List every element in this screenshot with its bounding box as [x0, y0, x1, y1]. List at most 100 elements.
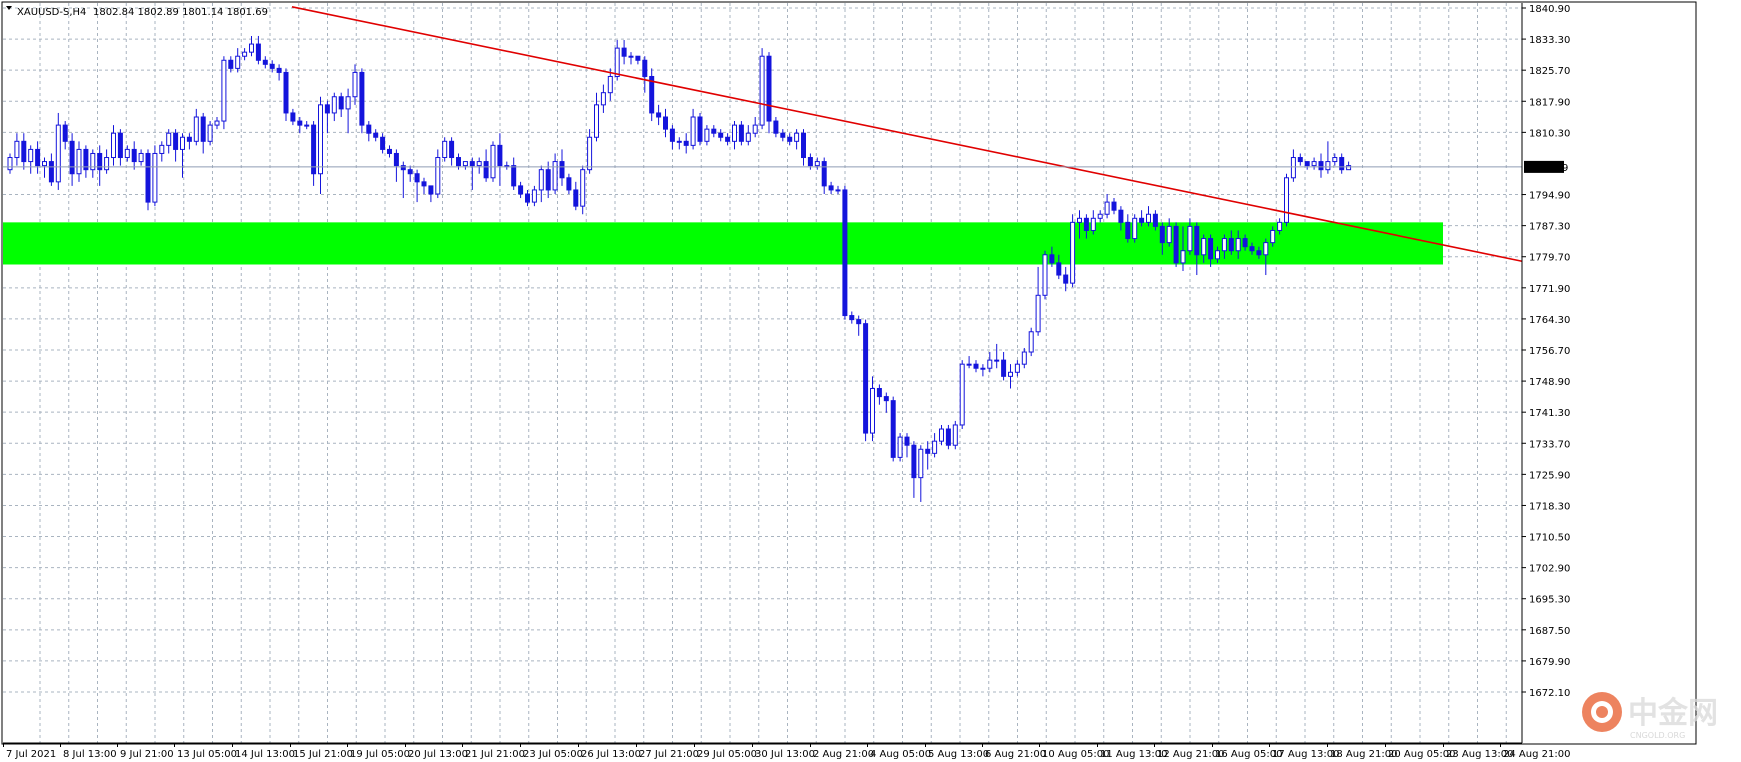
candle-body-bull	[587, 136, 593, 171]
candle	[83, 145, 89, 178]
candle-body-bear	[945, 428, 951, 446]
chart-window[interactable]: 1840.90 1833.30 1825.70 1817.90 1810.30 1794.…	[0, 0, 1741, 762]
y-tick-label: 1833.30	[1529, 35, 1570, 46]
candle-body-bear	[973, 363, 979, 369]
candle	[959, 360, 965, 430]
candle-body-bear	[1304, 161, 1310, 167]
candle	[221, 56, 227, 130]
y-tick-label: 1840.90	[1529, 4, 1570, 15]
candle	[876, 384, 882, 405]
candle	[759, 48, 765, 130]
candle-body-bear	[449, 140, 455, 159]
x-tick-label: 24 Aug 21:00	[1503, 749, 1570, 760]
candle-body-bear	[566, 177, 572, 191]
candle	[76, 141, 82, 182]
x-tick-label: 26 Jul 13:00	[581, 749, 641, 760]
candle	[621, 40, 627, 65]
candle-body-bull	[214, 120, 220, 126]
candle	[490, 141, 496, 182]
candle	[1290, 149, 1296, 182]
candle	[669, 125, 675, 150]
candle	[511, 157, 517, 190]
candle-body-bear	[656, 112, 662, 118]
chart-header: XAUUSD-S,H4 1802.84 1802.89 1801.14 1801…	[6, 6, 268, 18]
candle-body-bear	[828, 185, 834, 191]
candle	[255, 35, 261, 65]
candle-body-bull	[442, 140, 448, 159]
candle-body-bull	[628, 55, 634, 58]
y-tick-label: 1695.30	[1529, 595, 1570, 606]
candle-body-bull	[1008, 371, 1013, 377]
candle-body-bear	[269, 63, 275, 69]
candle-body-bear	[856, 319, 862, 325]
candle-body-bear	[290, 112, 296, 122]
candle-body-bull	[1077, 217, 1082, 223]
candle	[14, 133, 20, 166]
candle	[939, 424, 944, 446]
candle-body-bear	[801, 132, 806, 159]
time-axis: 7 Jul 2021 8 Jul 13:00 9 Jul 21:00 13 Jul 0…	[3, 742, 1570, 760]
candle-body-bull	[1277, 221, 1283, 231]
candle-body-bull	[1235, 238, 1241, 252]
y-tick-label: 1810.30	[1529, 128, 1570, 139]
candle	[766, 52, 772, 134]
x-tick-label: 4 Aug 05:00	[870, 749, 931, 760]
candle	[1104, 193, 1110, 219]
y-tick-label: 1764.30	[1529, 315, 1570, 326]
candle	[393, 149, 399, 182]
current-price-label: 1801.69	[1527, 163, 1568, 174]
candle-body-bear	[821, 161, 827, 187]
candle	[531, 185, 537, 207]
candle-body-bear	[255, 43, 261, 61]
candle	[262, 56, 268, 69]
candle-body-bear	[725, 136, 731, 142]
candle-body-bear	[483, 161, 489, 179]
candle-body-bear	[925, 448, 931, 454]
price-chart[interactable]: 1840.90 1833.30 1825.70 1817.90 1810.30 1794.…	[0, 0, 1741, 762]
candle	[483, 149, 489, 182]
candle-body-bull	[207, 124, 213, 142]
candle-body-bull	[1180, 250, 1186, 264]
candle-body-bull	[870, 387, 875, 434]
candle-body-bull	[124, 148, 130, 159]
candle-body-bull	[759, 55, 765, 126]
candle-body-bull	[1290, 157, 1296, 179]
candle-body-bull	[152, 152, 158, 203]
candle-body-bull	[111, 132, 116, 159]
candle	[242, 48, 248, 61]
candle	[407, 165, 413, 182]
candle	[311, 121, 317, 186]
candle-body-bear	[1339, 157, 1345, 171]
candle-body-bear	[669, 128, 675, 142]
candle-body-bull	[594, 104, 599, 138]
candle	[1125, 214, 1131, 243]
candle-body-bull	[1311, 161, 1317, 167]
candle-body-bull	[1325, 161, 1331, 171]
candle-body-bull	[304, 124, 310, 127]
candle-body-bull	[1090, 217, 1096, 231]
plot-frame	[1, 1, 1697, 745]
candle	[324, 100, 330, 134]
candle-body-bear	[276, 67, 282, 73]
candle	[359, 68, 365, 134]
candle-body-bull	[242, 51, 248, 57]
candle-body-bull	[600, 92, 606, 106]
candle	[635, 55, 641, 65]
candle-body-bear	[117, 132, 123, 159]
candle	[421, 177, 427, 194]
candle	[732, 121, 737, 150]
candle	[1132, 214, 1138, 243]
x-tick-label: 9 Jul 21:00	[120, 749, 174, 760]
candle	[1346, 161, 1352, 171]
x-tick-label: 14 Jul 13:00	[235, 749, 295, 760]
candle	[1318, 153, 1324, 178]
candle	[1008, 364, 1013, 389]
candle	[842, 185, 848, 320]
candle	[442, 137, 448, 162]
candle-body-bull	[918, 448, 924, 479]
candle-body-bear	[573, 189, 579, 207]
candle-body-bear	[324, 104, 330, 114]
candle-body-bull	[1014, 363, 1020, 373]
y-tick-label: 1825.70	[1529, 66, 1570, 77]
candle	[21, 133, 27, 170]
